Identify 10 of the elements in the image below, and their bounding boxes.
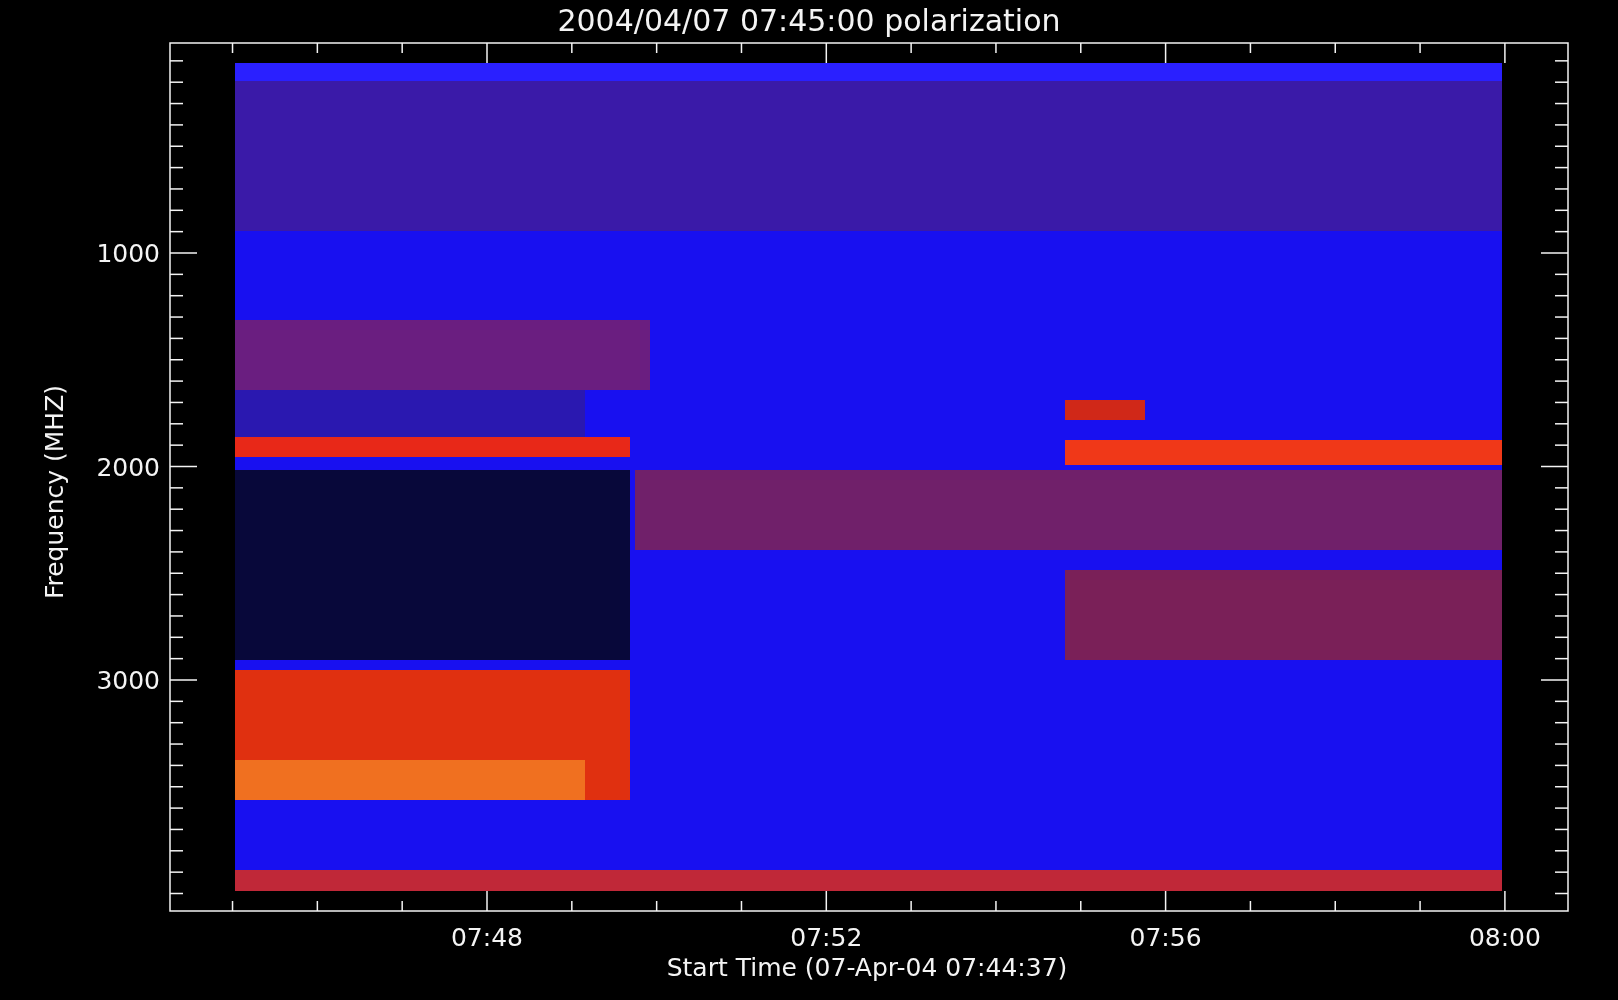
y-tick-label: 1000 xyxy=(96,239,160,268)
x-tick-label: 07:52 xyxy=(790,923,863,952)
plot-title: 2004/04/07 07:45:00 polarization xyxy=(557,3,1061,38)
x-axis-label: Start Time (07-Apr-04 07:44:37) xyxy=(666,953,1068,982)
x-tick-label: 07:56 xyxy=(1129,923,1202,952)
x-tick-label: 07:48 xyxy=(451,923,523,952)
x-tick-label: 08:00 xyxy=(1468,923,1541,952)
y-tick-label: 2000 xyxy=(96,452,160,482)
y-tick-label: 3000 xyxy=(96,666,160,695)
y-axis-label: Frequency (MHZ) xyxy=(40,384,69,600)
